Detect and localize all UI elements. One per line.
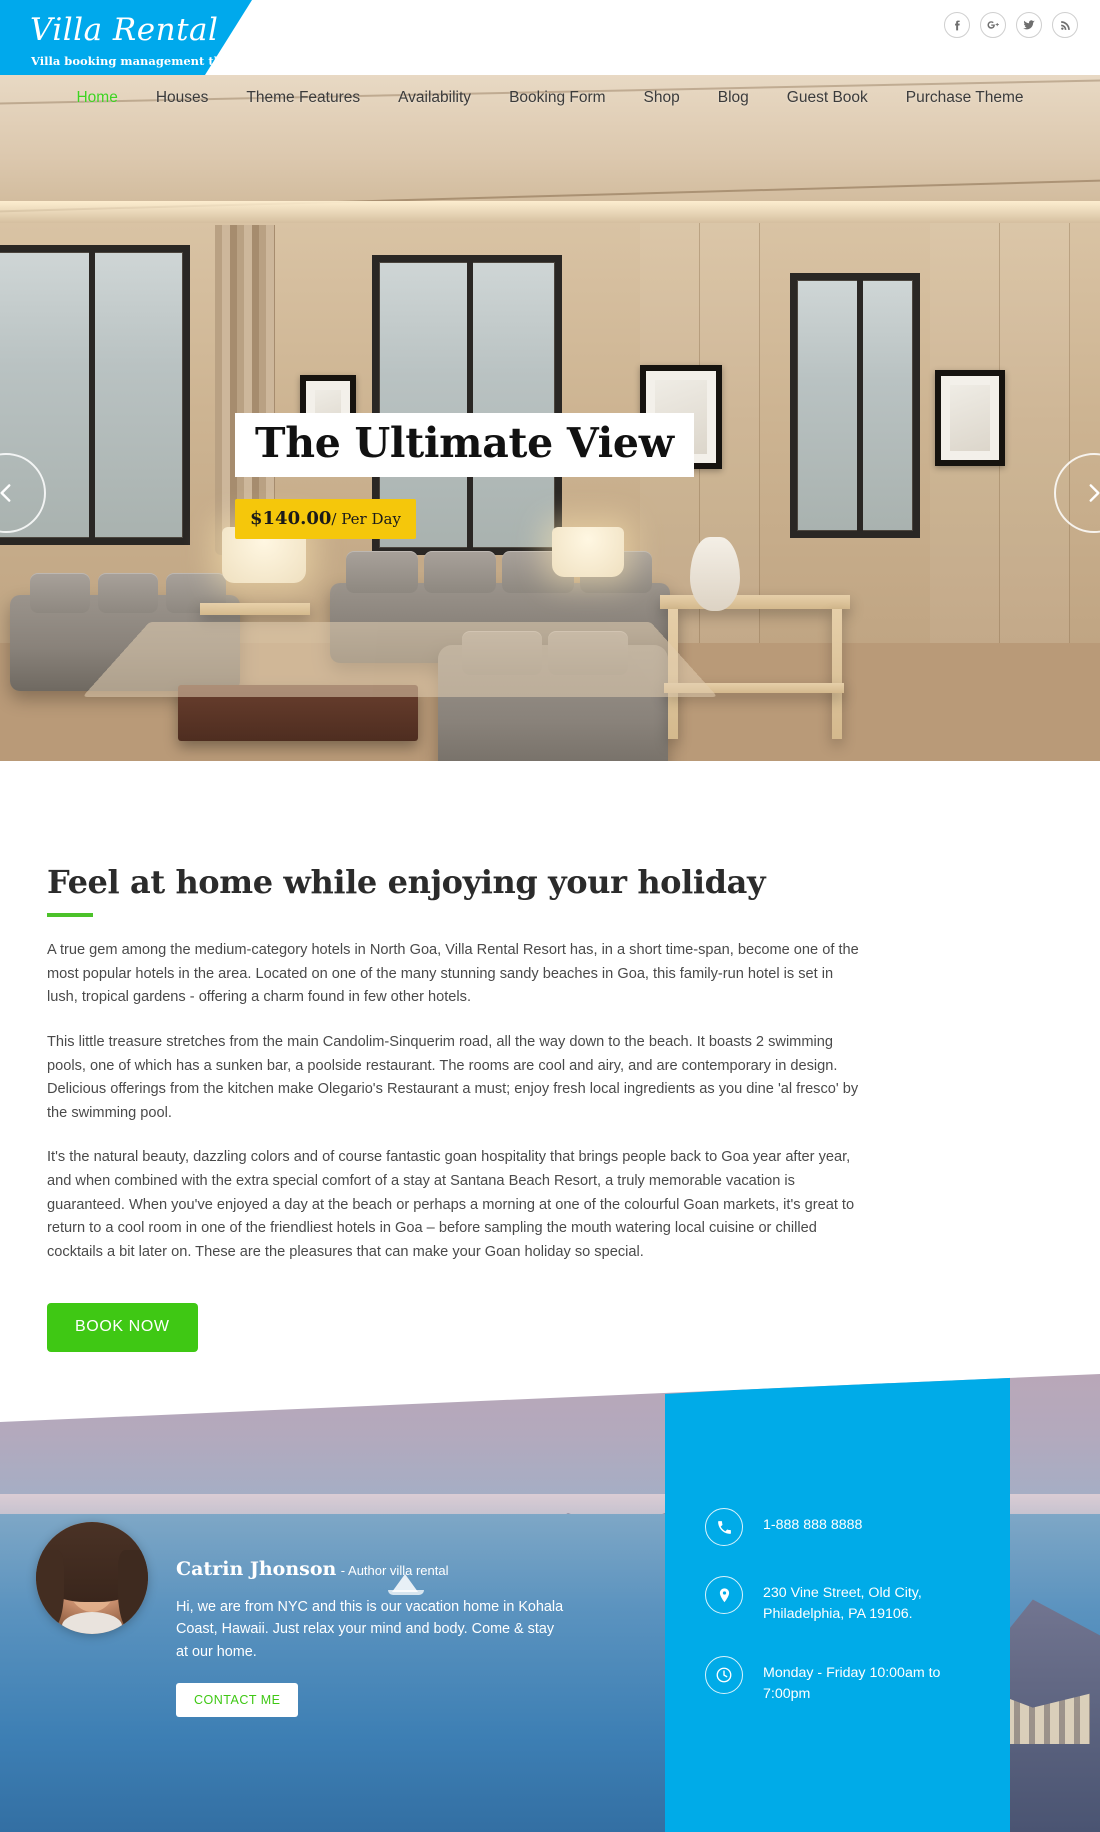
about-paragraph-3: It's the natural beauty, dazzling colors… [47, 1149, 855, 1261]
nav-item-guest-book[interactable]: Guest Book [768, 89, 887, 107]
hero-price-badge: $140.00/ Per Day [235, 499, 416, 539]
rss-icon[interactable] [1052, 12, 1078, 38]
avatar [36, 1522, 148, 1634]
nav-item-booking-form[interactable]: Booking Form [490, 89, 624, 107]
social-links [944, 12, 1078, 38]
main-navigation: Home Houses Theme Features Availability … [0, 75, 1100, 120]
contact-address-text: 230 Vine Street, Old City, Philadelphia,… [763, 1585, 922, 1623]
contact-row-hours: Monday - Friday 10:00am to 7:00pm [705, 1655, 1005, 1706]
nav-item-home[interactable]: Home [57, 89, 136, 107]
twitter-icon[interactable] [1016, 12, 1042, 38]
nav-item-purchase-theme[interactable]: Purchase Theme [887, 89, 1043, 107]
nav-item-theme-features[interactable]: Theme Features [227, 89, 379, 107]
book-now-button[interactable]: BOOK NOW [47, 1302, 198, 1352]
hero-slide-title: The Ultimate View [235, 413, 694, 477]
hero-price-unit: / Per Day [331, 510, 401, 528]
testimonial-author-role: - Author villa rental [340, 1563, 449, 1578]
logo-title: Villa Rental [30, 12, 219, 48]
nav-item-availability[interactable]: Availability [379, 89, 490, 107]
contact-phone-text: 1-888 888 8888 [763, 1517, 863, 1533]
nav-item-shop[interactable]: Shop [625, 89, 699, 107]
google-plus-icon[interactable] [980, 12, 1006, 38]
logo-tagline: Villa booking management theme [31, 54, 249, 68]
site-logo[interactable]: Villa Rental Villa booking management th… [0, 0, 252, 75]
page-root: Villa Rental Villa booking management th… [0, 0, 1100, 1832]
testimonial: Catrin Jhonson - Author villa rental Hi,… [36, 1522, 636, 1717]
testimonial-quote: Hi, we are from NYC and this is our vaca… [176, 1599, 564, 1660]
facebook-icon[interactable] [944, 12, 970, 38]
about-paragraph-2: This little treasure stretches from the … [47, 1033, 859, 1121]
title-underline [47, 913, 93, 917]
about-section: Feel at home while enjoying your holiday… [0, 761, 1100, 1352]
testimonial-author-name: Catrin Jhonson [176, 1558, 337, 1580]
phone-icon [705, 1508, 743, 1546]
top-bar: Villa Rental Villa booking management th… [0, 0, 1100, 75]
nav-item-houses[interactable]: Houses [137, 89, 228, 107]
contact-row-phone: 1-888 888 8888 [705, 1508, 1005, 1546]
contact-hours-text: Monday - Friday 10:00am to 7:00pm [763, 1664, 941, 1702]
location-pin-icon [705, 1576, 743, 1614]
nav-item-blog[interactable]: Blog [699, 89, 768, 107]
page-title: Feel at home while enjoying your holiday [47, 863, 766, 901]
about-paragraph-1: A true gem among the medium-category hot… [47, 942, 859, 1006]
hero-caption: The Ultimate View $140.00/ Per Day [235, 413, 694, 539]
contact-me-button[interactable]: CONTACT ME [176, 1682, 299, 1717]
clock-icon [705, 1655, 743, 1694]
hero-price-amount: $140.00 [250, 508, 332, 529]
hero-slider: Home Houses Theme Features Availability … [0, 75, 1100, 761]
testimonial-contact-section: Catrin Jhonson - Author villa rental Hi,… [0, 1374, 1100, 1832]
contact-info-list: 1-888 888 8888 230 Vine Street, Old City… [705, 1508, 1005, 1735]
contact-row-address: 230 Vine Street, Old City, Philadelphia,… [705, 1576, 1005, 1626]
